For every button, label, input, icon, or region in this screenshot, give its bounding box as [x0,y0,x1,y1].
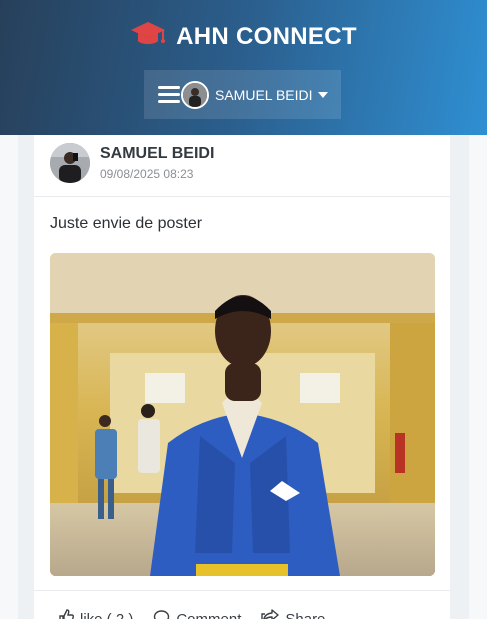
share-label: Share [285,610,326,619]
graduation-cap-icon [130,20,166,53]
comment-button[interactable]: Comment [153,609,241,619]
app-title: AHN CONNECT [176,22,357,50]
avatar[interactable] [181,80,209,109]
user-menu[interactable]: SAMUEL BEIDI [144,70,341,119]
menu-icon[interactable] [158,85,180,104]
divider [34,590,450,591]
comment-icon [153,609,170,619]
brand[interactable]: AHN CONNECT [0,20,487,53]
like-button[interactable]: like ( 2 ) [58,609,133,619]
like-label: like ( 2 ) [80,610,134,619]
author-name[interactable]: SAMUEL BEIDI [100,145,214,163]
share-icon [261,609,280,619]
post-timestamp: 09/08/2025 08:23 [100,167,194,181]
right-gutter [469,135,487,619]
post-text: Juste envie de poster [50,215,203,232]
post-actions: like ( 2 ) Comment Share [58,609,325,619]
post-image[interactable] [50,253,435,576]
share-button[interactable]: Share [261,609,325,619]
app-header: AHN CONNECT SAMUEL BEIDI [0,0,487,135]
post-card: SAMUEL BEIDI 09/08/2025 08:23 Juste envi… [34,135,450,619]
thumbs-up-icon [58,609,74,619]
author-avatar[interactable] [50,143,90,183]
caret-down-icon[interactable] [317,91,328,98]
comment-label: Comment [176,610,242,619]
left-gutter [0,135,18,619]
nav-username[interactable]: SAMUEL BEIDI [215,87,313,103]
divider [34,196,450,197]
post-author-info: SAMUEL BEIDI 09/08/2025 08:23 [100,145,214,181]
post-header: SAMUEL BEIDI 09/08/2025 08:23 [50,139,214,187]
